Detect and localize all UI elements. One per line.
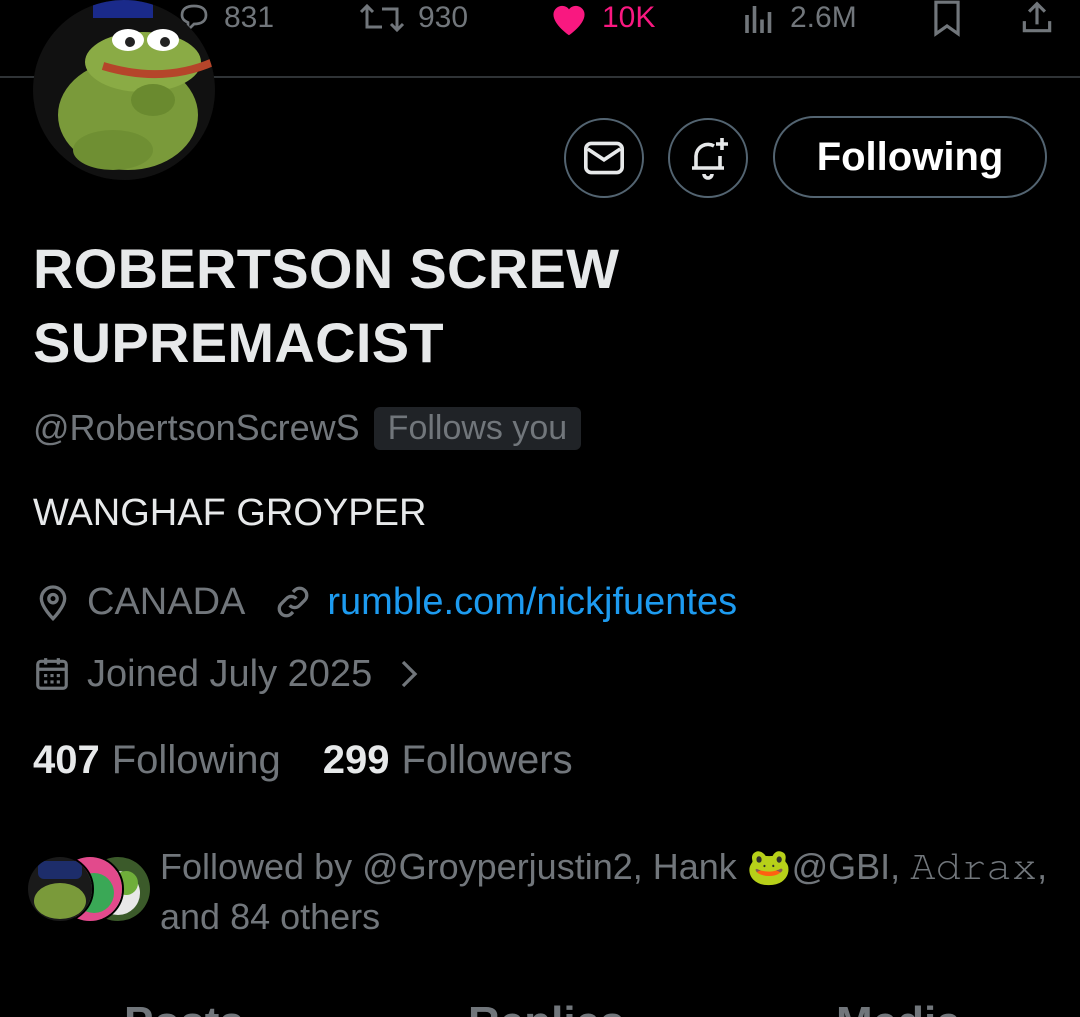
display-name: ROBERTSON SCREW SUPREMACIST <box>33 232 753 380</box>
view-count: 2.6M <box>790 1 857 34</box>
tab-replies[interactable]: Replies <box>468 998 625 1017</box>
repost-button[interactable]: 930 <box>358 0 468 36</box>
followers-label: Followers <box>401 737 573 782</box>
mutual-avatar <box>26 855 94 923</box>
followed-by-line1: Followed by @Groyperjustin2, Hank 🐸@GBI,… <box>160 846 1048 887</box>
share-button[interactable] <box>1016 0 1058 36</box>
location: CANADA <box>87 580 246 623</box>
bookmark-button[interactable] <box>928 0 966 37</box>
followed-by-line2: and 84 others <box>160 896 381 937</box>
notifications-button[interactable] <box>668 118 748 198</box>
tab-media[interactable]: Media <box>836 998 961 1017</box>
following-stat[interactable]: 407 Following <box>33 738 281 783</box>
repost-icon <box>359 3 405 33</box>
following-label: Following <box>111 737 281 782</box>
message-button[interactable] <box>564 118 644 198</box>
share-icon <box>1022 1 1052 33</box>
display-name-line2: SUPREMACIST <box>33 311 444 374</box>
heart-icon <box>553 5 585 36</box>
like-button[interactable]: 10K <box>548 0 655 36</box>
follows-you-badge: Follows you <box>373 406 582 450</box>
calendar-icon <box>36 658 68 690</box>
reply-count: 831 <box>224 1 275 34</box>
profile-meta-row: CANADA rumble.com/nickjfuentes <box>33 576 737 628</box>
followers-you-know-avatars[interactable] <box>26 855 152 923</box>
follow-stats: 407 Following 299 Followers <box>33 734 573 786</box>
mail-icon <box>584 141 624 175</box>
joined-date: Joined July 2025 <box>87 652 373 695</box>
joined-row[interactable]: Joined July 2025 <box>33 648 424 700</box>
followed-by-text[interactable]: Followed by @Groyperjustin2, Hank 🐸@GBI,… <box>160 842 1060 942</box>
handle: @RobertsonScrewS <box>33 407 360 448</box>
display-name-line1: ROBERTSON SCREW <box>33 237 620 300</box>
like-count: 10K <box>602 1 656 34</box>
website-link[interactable]: rumble.com/nickjfuentes <box>327 581 737 624</box>
bookmark-icon <box>934 0 960 37</box>
handle-row: @RobertsonScrewS Follows you <box>33 403 582 453</box>
tab-posts[interactable]: Posts <box>124 998 244 1017</box>
location-icon <box>39 585 67 622</box>
followers-count: 299 <box>322 737 390 782</box>
repost-count: 930 <box>418 1 469 34</box>
profile-avatar[interactable] <box>33 0 215 180</box>
following-count: 407 <box>33 737 100 782</box>
profile-tabs: Posts Replies Media <box>0 998 1080 1017</box>
following-button[interactable]: Following <box>773 116 1047 198</box>
views-button[interactable]: 2.6M <box>740 0 857 36</box>
bio: WANGHAF GROYPER <box>33 492 427 534</box>
frog-avatar-image <box>33 0 215 180</box>
chevron-right-icon <box>402 660 418 688</box>
bell-plus-icon <box>692 138 728 180</box>
link-icon <box>277 586 309 618</box>
views-icon <box>745 6 772 33</box>
followers-stat[interactable]: 299 Followers <box>323 738 573 783</box>
